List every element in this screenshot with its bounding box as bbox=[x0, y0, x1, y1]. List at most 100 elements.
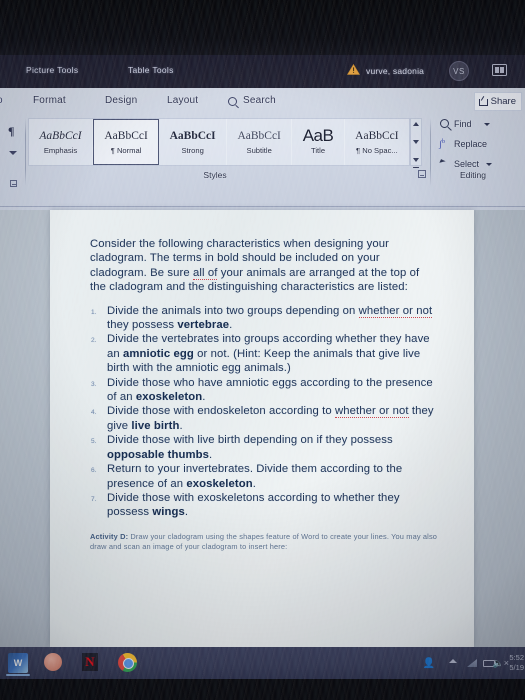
cursor-arrow-icon bbox=[439, 159, 446, 165]
chevron-down-icon[interactable] bbox=[9, 151, 17, 155]
misspelled-phrase: whether or not bbox=[358, 304, 433, 318]
word-active-indicator bbox=[6, 674, 30, 676]
style-item-subtitle[interactable]: AaBbCcI Subtitle bbox=[227, 119, 293, 165]
style-item-strong[interactable]: AaBbCcI Strong bbox=[159, 119, 228, 165]
step-text: Divide those with endoskeleton according… bbox=[107, 405, 335, 418]
group-divider bbox=[430, 118, 431, 186]
step-text: . bbox=[209, 448, 213, 461]
select-button[interactable]: Select bbox=[454, 159, 479, 169]
clock-time: 5:52 bbox=[509, 653, 524, 662]
screen-bezel-top bbox=[0, 0, 525, 55]
step-item: Divide the animals into two groups depen… bbox=[90, 304, 438, 333]
step-text: . bbox=[184, 506, 189, 519]
paragraph-mark-icon[interactable]: ¶ bbox=[8, 124, 14, 139]
editing-group-label: Editing bbox=[460, 170, 486, 180]
style-preview: AaBbCcI bbox=[39, 130, 82, 142]
intro-misspelled-phrase: all of bbox=[193, 266, 218, 280]
step-text: they possess bbox=[107, 319, 178, 332]
chevron-down-icon[interactable] bbox=[486, 163, 492, 166]
chevron-down-icon[interactable] bbox=[484, 123, 490, 126]
style-preview: AaBbCcI bbox=[237, 130, 281, 142]
photos-taskbar-icon[interactable] bbox=[44, 653, 62, 671]
misspelled-phrase: whether or not bbox=[334, 405, 409, 419]
style-name: Subtitle bbox=[246, 146, 272, 155]
style-name: ¶ No Spac... bbox=[356, 146, 398, 155]
search-icon bbox=[440, 119, 449, 128]
step-text: Divide the animals into two groups depen… bbox=[107, 304, 359, 317]
contextual-tab-picture-tools[interactable]: Picture Tools bbox=[26, 65, 78, 75]
tab-search[interactable]: Search bbox=[243, 95, 276, 106]
step-item: Divide those with endoskeleton according… bbox=[90, 404, 438, 433]
style-preview: AaBbCcI bbox=[104, 130, 148, 142]
style-item-title[interactable]: AaB Title bbox=[292, 119, 345, 165]
style-preview: AaBbCcI bbox=[355, 130, 399, 142]
clock-date: 5/19 bbox=[509, 663, 524, 672]
step-item: Divide those who have amniotic eggs acco… bbox=[90, 376, 438, 405]
share-button[interactable]: Share bbox=[473, 92, 522, 111]
bold-term: exoskeleton bbox=[186, 477, 253, 490]
photographed-laptop-screen: Picture Tools Table Tools vurve, sadonia… bbox=[0, 0, 525, 700]
tab-truncated[interactable]: o bbox=[0, 95, 3, 106]
taskbar-clock[interactable]: 5:52 5/19 bbox=[496, 653, 524, 673]
bold-term: exoskeleton bbox=[135, 391, 203, 404]
tab-layout[interactable]: Layout bbox=[167, 95, 198, 106]
wifi-icon[interactable] bbox=[467, 659, 477, 667]
step-text: Divide those with exoskeletons according… bbox=[107, 491, 400, 519]
person-icon[interactable]: 👤 bbox=[423, 658, 435, 669]
bold-term: opposable thumbs bbox=[107, 448, 210, 461]
user-name-label[interactable]: vurve, sadonia bbox=[366, 66, 424, 76]
tab-format[interactable]: Format bbox=[33, 95, 66, 106]
windows-taskbar[interactable]: W N 👤 🔈× 5:52 5/19 bbox=[0, 647, 525, 679]
bold-term: amniotic egg bbox=[123, 347, 194, 360]
styles-dialog-launcher-icon[interactable] bbox=[418, 170, 426, 178]
steps-list: Divide the animals into two groups depen… bbox=[90, 304, 438, 520]
step-item: Divide those with exoskeletons according… bbox=[90, 491, 438, 520]
search-icon[interactable] bbox=[228, 97, 237, 106]
document-page[interactable]: Consider the following characteristics w… bbox=[50, 210, 474, 647]
bold-term: vertebrae bbox=[177, 319, 230, 332]
styles-gallery[interactable]: AaBbCcI Emphasis AaBbCcI ¶ Normal AaBbCc… bbox=[28, 118, 410, 166]
scroll-down-icon[interactable] bbox=[411, 139, 421, 145]
step-item: Divide the vertebrates into groups accor… bbox=[90, 332, 438, 375]
document-workspace[interactable]: Consider the following characteristics w… bbox=[0, 210, 525, 647]
styles-gallery-scrollbar[interactable] bbox=[410, 118, 422, 168]
style-item-emphasis[interactable]: AaBbCcI Emphasis bbox=[29, 119, 93, 165]
styles-more-icon[interactable] bbox=[411, 157, 421, 168]
dialog-launcher-icon[interactable] bbox=[10, 180, 17, 187]
style-name: Emphasis bbox=[43, 146, 78, 155]
intro-paragraph: Consider the following characteristics w… bbox=[90, 237, 438, 295]
find-button[interactable]: Find bbox=[454, 119, 472, 129]
bold-term: wings bbox=[152, 506, 185, 519]
step-item: Return to your invertebrates. Divide the… bbox=[90, 462, 438, 491]
tab-design[interactable]: Design bbox=[105, 95, 137, 106]
avatar[interactable]: VS bbox=[449, 61, 469, 81]
step-text: Divide those with live birth depending o… bbox=[107, 434, 393, 447]
step-text: . bbox=[252, 477, 257, 490]
activity-label: Activity D: bbox=[90, 531, 129, 541]
step-text: . bbox=[179, 419, 183, 432]
share-icon bbox=[478, 97, 488, 106]
scroll-up-icon[interactable] bbox=[411, 121, 421, 127]
style-item-no-spacing[interactable]: AaBbCcI ¶ No Spac... bbox=[345, 119, 409, 165]
activity-text: Draw your cladogram using the shapes fea… bbox=[90, 531, 438, 552]
replace-icon: ʃb bbox=[439, 139, 445, 149]
word-ribbon: o Format Design Layout Search Share ¶ Aa… bbox=[0, 88, 525, 210]
bold-term: live birth bbox=[131, 419, 180, 432]
ribbon-display-options-icon[interactable] bbox=[492, 64, 507, 76]
screen-bezel-bottom bbox=[0, 679, 525, 700]
warning-triangle-icon[interactable] bbox=[347, 64, 360, 75]
style-name: Title bbox=[310, 146, 326, 155]
style-preview: AaB bbox=[302, 126, 334, 145]
step-text: . bbox=[229, 319, 233, 332]
chevron-up-icon[interactable] bbox=[449, 659, 457, 663]
netflix-taskbar-icon[interactable]: N bbox=[82, 653, 98, 671]
style-preview: AaBbCcI bbox=[169, 130, 216, 142]
chrome-taskbar-icon[interactable] bbox=[118, 653, 137, 672]
replace-button[interactable]: Replace bbox=[454, 139, 487, 149]
contextual-tab-table-tools[interactable]: Table Tools bbox=[128, 65, 174, 75]
document-body[interactable]: Consider the following characteristics w… bbox=[90, 237, 438, 553]
word-taskbar-icon[interactable]: W bbox=[8, 653, 28, 673]
style-item-normal[interactable]: AaBbCcI ¶ Normal bbox=[92, 119, 160, 165]
step-text: . bbox=[202, 391, 206, 404]
style-name: ¶ Normal bbox=[110, 146, 142, 155]
